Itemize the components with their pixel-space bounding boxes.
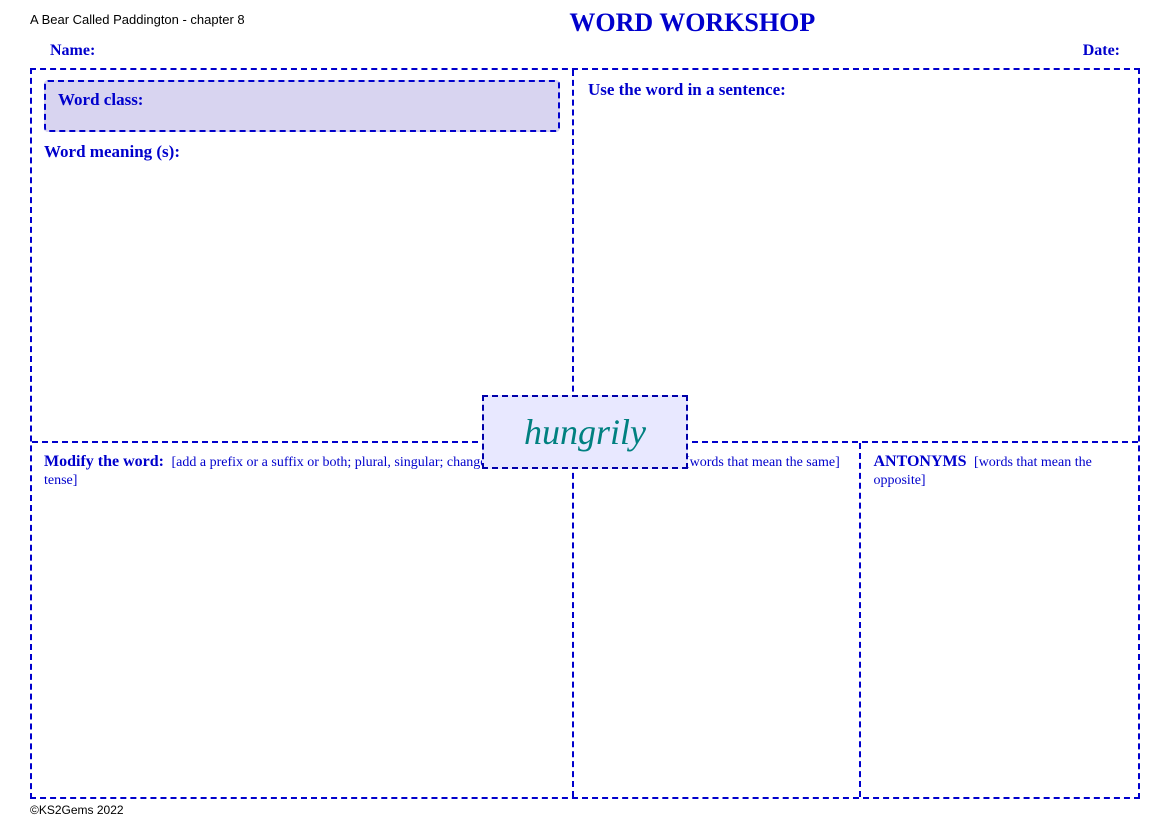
modify-cell: Modify the word: [add a prefix or a suff… (32, 443, 574, 797)
sentence-label: Use the word in a sentence: (588, 80, 1124, 100)
word-class-box[interactable]: Word class: (44, 80, 560, 132)
word-class-label: Word class: (58, 90, 143, 109)
synonyms-cell: SYNONYMS [words that mean the same] (574, 443, 862, 797)
right-top-section: Use the word in a sentence: (574, 70, 1138, 441)
name-date-row: Name: Date: (30, 42, 1140, 60)
center-word: hungrily (524, 412, 646, 452)
antonyms-label: ANTONYMS [words that mean the opposite] (873, 453, 1126, 489)
modify-bold-label: Modify the word: (44, 453, 164, 470)
date-label: Date: (1083, 42, 1120, 60)
footer: ©KS2Gems 2022 (30, 803, 1140, 817)
antonyms-bold: ANTONYMS (873, 453, 966, 470)
main-grid: Word class: Word meaning (s): Use the wo… (30, 68, 1140, 799)
page: A Bear Called Paddington - chapter 8 WOR… (0, 0, 1170, 827)
bottom-half: Modify the word: [add a prefix or a suff… (32, 443, 1138, 797)
word-meaning-label: Word meaning (s): (44, 142, 560, 162)
name-label: Name: (50, 42, 95, 60)
left-top-section: Word class: Word meaning (s): (32, 70, 574, 441)
page-title: WORD WORKSHOP (245, 8, 1140, 38)
center-word-box: hungrily (482, 395, 688, 469)
synonyms-bracket: [words that mean the same] (682, 455, 840, 470)
top-bar: A Bear Called Paddington - chapter 8 WOR… (30, 12, 1140, 38)
top-half: Word class: Word meaning (s): Use the wo… (32, 70, 1138, 443)
antonyms-cell: ANTONYMS [words that mean the opposite] (861, 443, 1138, 797)
book-title: A Bear Called Paddington - chapter 8 (30, 12, 245, 27)
